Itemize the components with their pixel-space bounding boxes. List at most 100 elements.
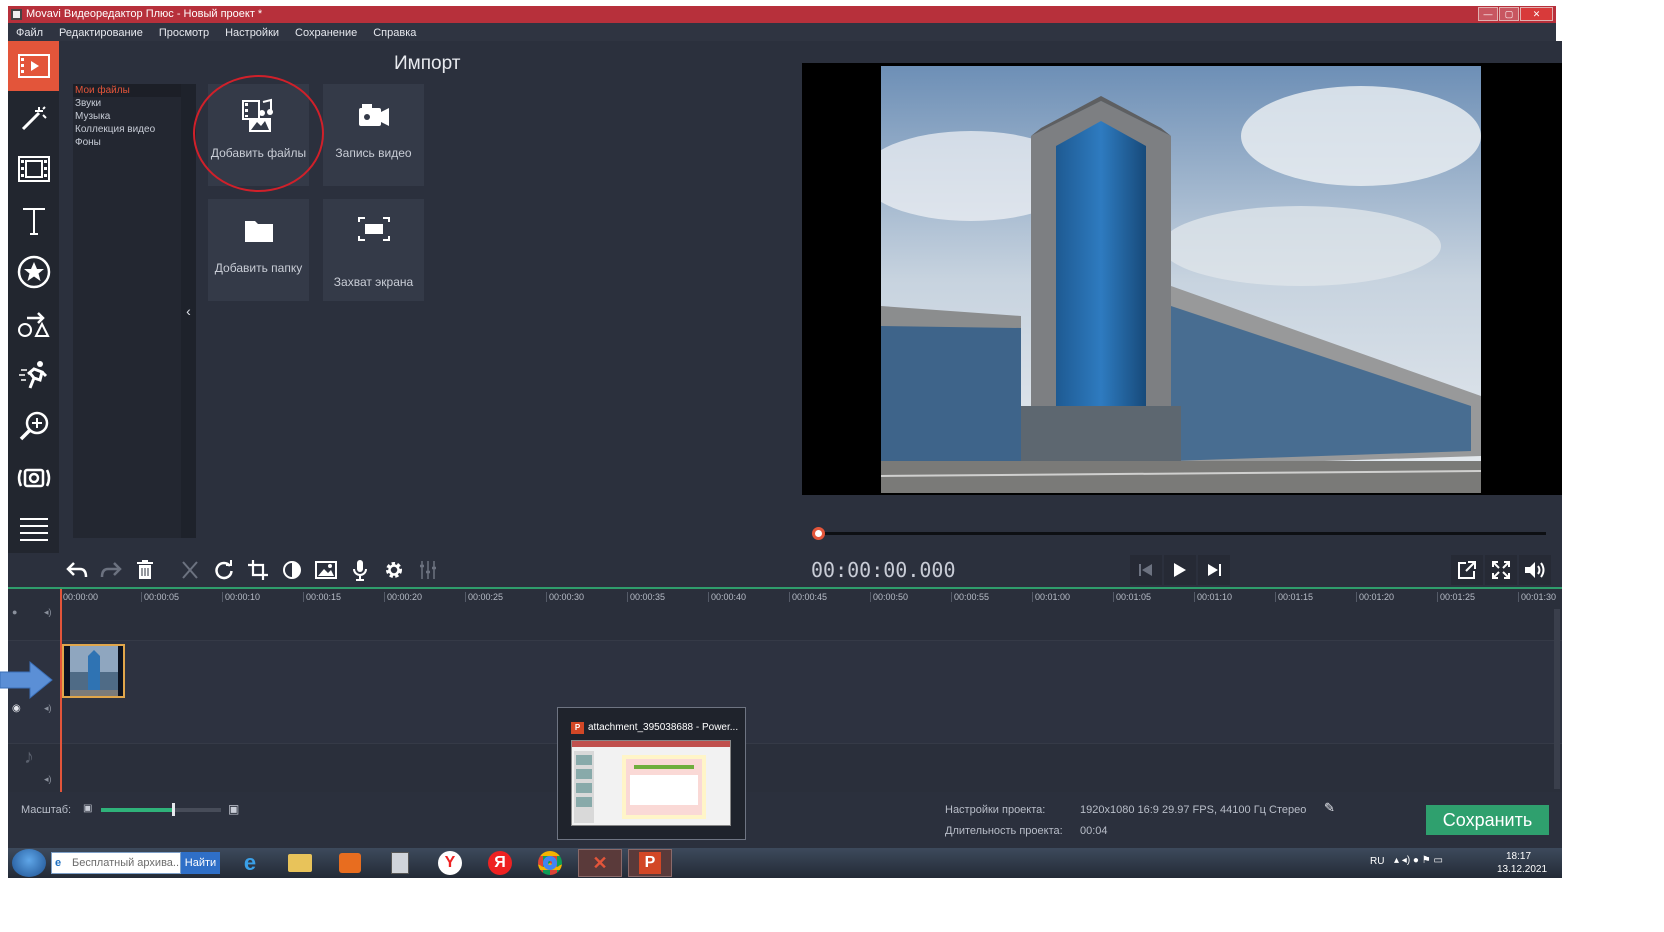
menu-settings[interactable]: Настройки — [217, 24, 287, 42]
stickers-tool-button[interactable] — [8, 247, 59, 297]
volume-button[interactable] — [1519, 555, 1551, 585]
speaker-icon — [1525, 562, 1545, 578]
explorer-taskbar-button[interactable] — [278, 849, 322, 877]
import-panel: Импорт Мои файлы Звуки Музыка Коллекция … — [59, 41, 801, 553]
import-tool-button[interactable] — [8, 41, 59, 91]
category-video-collection[interactable]: Коллекция видео — [73, 123, 181, 136]
category-my-files[interactable]: Мои файлы — [73, 84, 181, 97]
minimize-button[interactable]: — — [1478, 7, 1498, 21]
track-eye-icon[interactable]: ◉ — [12, 703, 21, 714]
animation-tool-button[interactable] — [8, 350, 59, 400]
transitions-tool-button[interactable] — [8, 144, 59, 194]
ie-taskbar-button[interactable]: e — [228, 849, 272, 877]
split-button[interactable] — [175, 557, 205, 583]
record-audio-button[interactable] — [345, 557, 375, 583]
seek-bar[interactable] — [813, 532, 1546, 535]
taskbar-search-input[interactable]: e Бесплатный архива... — [51, 852, 181, 874]
category-music[interactable]: Музыка — [73, 110, 181, 123]
audio-track[interactable]: ♪ ◂) — [8, 744, 1562, 792]
zoom-out-icon[interactable]: ▣ — [83, 803, 92, 814]
close-button[interactable]: ✕ — [1520, 7, 1553, 21]
clip-properties-button[interactable] — [311, 557, 341, 583]
language-indicator[interactable]: RU — [1370, 856, 1384, 867]
scale-slider-handle[interactable] — [172, 803, 175, 816]
taskbar-thumbnail-popup[interactable]: P attachment_395038688 - Power... — [557, 707, 746, 840]
contrast-icon — [283, 561, 301, 579]
windows-taskbar: e Бесплатный архива... Найти e Y Я ✕ P R… — [8, 848, 1562, 878]
delete-button[interactable] — [130, 557, 160, 583]
video-track[interactable]: ◉ ◂) — [8, 641, 1562, 744]
mute-icon[interactable]: ◂) — [44, 607, 52, 618]
zoom-in-icon[interactable]: ▣ — [228, 802, 239, 816]
record-video-tile[interactable]: Запись видео — [323, 84, 424, 186]
popup-window-thumbnail[interactable] — [571, 740, 731, 826]
edit-settings-icon[interactable]: ✎ — [1324, 800, 1335, 816]
powerpoint-taskbar-button[interactable]: P — [628, 849, 672, 877]
track-volume-icon[interactable]: ◂) — [44, 703, 52, 714]
menu-export[interactable]: Сохранение — [287, 24, 365, 42]
screen-capture-icon — [323, 213, 424, 249]
movavi-taskbar-button[interactable]: ✕ — [578, 849, 622, 877]
playhead[interactable] — [60, 589, 62, 792]
ruler-tick: 00:00:55 — [951, 592, 989, 602]
play-icon — [1174, 563, 1186, 577]
category-backgrounds[interactable]: Фоны — [73, 136, 181, 149]
rotate-icon — [215, 560, 233, 580]
menu-view[interactable]: Просмотр — [151, 24, 217, 42]
toolbar-spacer — [8, 553, 59, 587]
clock-date[interactable]: 13.12.2021 — [1497, 864, 1547, 875]
category-sounds[interactable]: Звуки — [73, 97, 181, 110]
timeline-scrollbar[interactable] — [1554, 609, 1560, 789]
chrome-taskbar-button[interactable] — [528, 849, 572, 877]
filters-tool-button[interactable] — [8, 93, 59, 143]
tray-icons[interactable]: ▴ ◂) ● ⚑ ▭ — [1394, 855, 1443, 866]
equalizer-button[interactable] — [413, 557, 443, 583]
yandex-taskbar-button[interactable]: Я — [478, 849, 522, 877]
save-button[interactable]: Сохранить — [1426, 805, 1549, 835]
popup-window-title: attachment_395038688 - Power... — [588, 722, 739, 733]
stabilization-tool-button[interactable] — [8, 453, 59, 503]
maximize-button[interactable]: ▢ — [1499, 7, 1519, 21]
ruler-tick: 00:01:15 — [1275, 592, 1313, 602]
calculator-taskbar-button[interactable] — [378, 849, 422, 877]
detach-preview-button[interactable] — [1451, 555, 1483, 585]
next-frame-button[interactable] — [1198, 555, 1230, 585]
clock-time[interactable]: 18:17 — [1506, 851, 1531, 862]
menu-file[interactable]: Файл — [8, 24, 51, 42]
redo-button[interactable] — [96, 557, 126, 583]
crop-button[interactable] — [243, 557, 273, 583]
page-margin-right — [1562, 0, 1664, 932]
zoom-tool-button[interactable] — [8, 401, 59, 451]
media-player-taskbar-button[interactable] — [328, 849, 372, 877]
skip-back-icon — [1139, 564, 1152, 576]
previous-frame-button[interactable] — [1130, 555, 1162, 585]
eye-icon[interactable]: ● — [12, 607, 17, 617]
rotate-button[interactable] — [209, 557, 239, 583]
scale-slider[interactable] — [101, 803, 221, 816]
settings-button[interactable] — [379, 557, 409, 583]
ruler-tick: 00:01:25 — [1437, 592, 1475, 602]
category-list: Мои файлы Звуки Музыка Коллекция видео Ф… — [73, 84, 181, 538]
fullscreen-button[interactable] — [1485, 555, 1517, 585]
play-button[interactable] — [1164, 555, 1196, 585]
undo-button[interactable] — [62, 557, 92, 583]
project-status-bar: Масштаб: ▣ ▣ Настройки проекта: 1920x108… — [8, 792, 1562, 848]
menu-edit[interactable]: Редактирование — [51, 24, 151, 42]
titles-tool-button[interactable] — [8, 196, 59, 246]
menu-help[interactable]: Справка — [365, 24, 424, 42]
taskbar-search-button[interactable]: Найти — [181, 852, 220, 874]
yandex-browser-taskbar-button[interactable]: Y — [428, 849, 472, 877]
collapse-panel-button[interactable]: ‹ — [181, 84, 196, 538]
seek-handle[interactable] — [812, 527, 825, 540]
more-tools-button[interactable] — [8, 504, 59, 554]
video-clip[interactable] — [62, 644, 125, 698]
color-adjust-button[interactable] — [277, 557, 307, 583]
add-folder-tile[interactable]: Добавить папку — [208, 199, 309, 301]
folder-icon — [288, 854, 312, 872]
start-button[interactable] — [12, 849, 46, 877]
screen-capture-tile[interactable]: Захват экрана — [323, 199, 424, 301]
overlay-track[interactable]: ● ◂) — [8, 607, 1562, 641]
audio-volume-icon[interactable]: ◂) — [44, 774, 52, 785]
time-ruler[interactable]: 00:00:00 00:00:05 00:00:10 00:00:15 00:00:20… — [60, 589, 1560, 609]
callouts-tool-button[interactable] — [8, 299, 59, 349]
